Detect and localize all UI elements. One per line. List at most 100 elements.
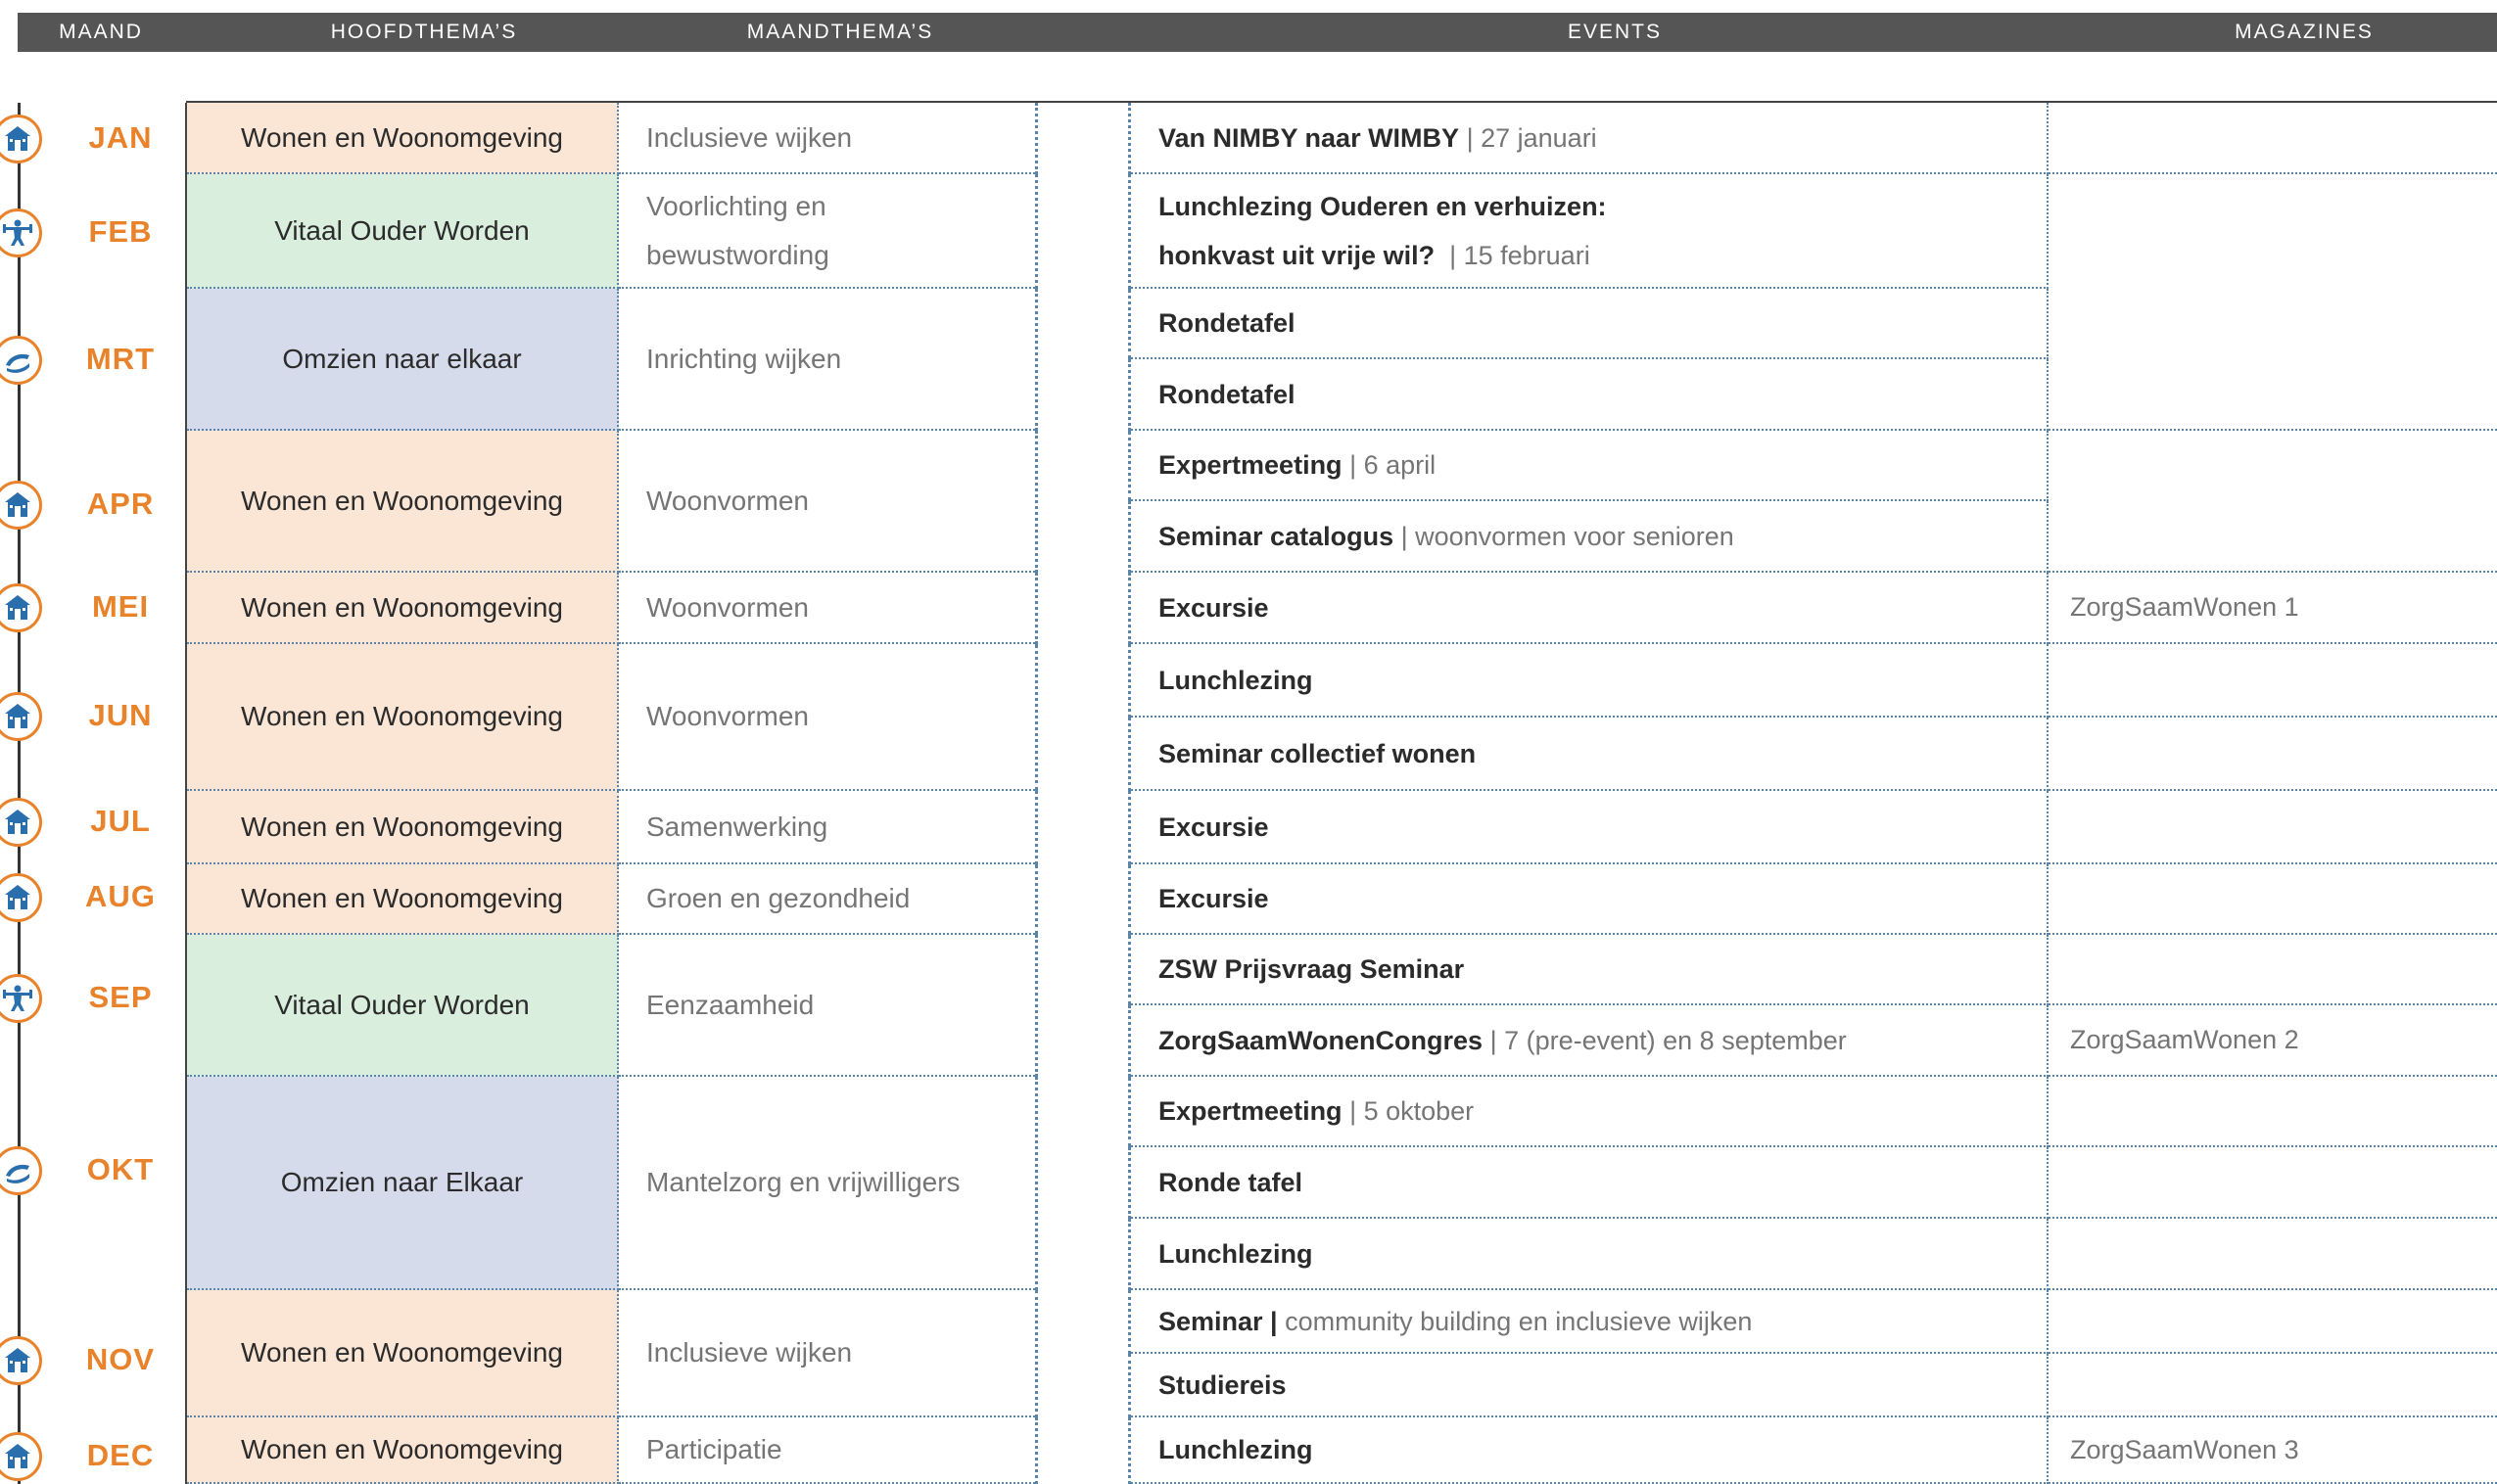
month-label: JUL [90,804,151,838]
event-cell: Expertmeeting | 5 oktober [1128,1077,2049,1147]
maandthema-label: Inclusieve wijken [646,1337,853,1368]
event-cell: ZorgSaamWonenCongres | 7 (pre-event) en … [1128,1005,2049,1077]
event-title: Lunchlezing [1158,665,1313,695]
event-text: Expertmeeting | 5 oktober [1158,1087,1474,1136]
event-text: Lunchlezing [1158,1229,1313,1278]
maandthema-label: Woonvormen [646,591,810,623]
event-detail: | 15 februari [1449,240,1590,270]
event-text: ZorgSaamWonenCongres | 7 (pre-event) en … [1158,1016,1847,1065]
event-text: Rondetafel [1158,299,1296,348]
month-label: APR [86,487,155,521]
magazine-cell [2049,1077,2497,1147]
event-text: Van NIMBY naar WIMBY | 27 januari [1158,114,1597,162]
event-cell: Excursie [1128,791,2049,864]
maandthema-label: Woonvormen [646,485,810,516]
event-text: Lunchlezing Ouderen en verhuizen: honkvas… [1158,182,1607,280]
event-title: ZorgSaamWonenCongres [1158,1025,1484,1055]
hoofdthema-cell: Wonen en Woonomgeving [187,103,619,174]
hoofdthema-label: Wonen en Woonomgeving [241,811,563,842]
event-text: Seminar collectief wonen [1158,729,1476,778]
month-label: SEP [88,980,153,1014]
hoofdthema-label: Wonen en Woonomgeving [241,591,563,623]
maandthema-cell: Samenwerking [619,791,1038,864]
event-title: Lunchlezing Ouderen en verhuizen: [1158,191,1607,221]
month-label: OKT [86,1152,155,1186]
event-cell: Excursie [1128,864,2049,935]
hoofdthema-label: Wonen en Woonomgeving [241,1337,563,1368]
hoofdthema-cell: Omzien naar elkaar [187,289,619,431]
maandthema-label: Participatie [646,1434,782,1464]
maandthema-cell: Woonvormen [619,431,1038,573]
event-cell: Expertmeeting | 6 april [1128,431,2049,501]
hoofdthema-label: Vitaal Ouder Worden [274,214,530,246]
maandthema-cell: Participatie [619,1417,1038,1484]
event-title: Seminar collectief wonen [1158,738,1477,768]
event-title: Ronde tafel [1158,1167,1303,1197]
hoofdthema-cell: Wonen en Woonomgeving [187,431,619,573]
event-text: Rondetafel [1158,370,1296,419]
event-cell: Van NIMBY naar WIMBY | 27 januari [1128,103,2049,174]
event-cell: Seminar | community building en inclusie… [1128,1290,2049,1354]
house-icon [0,115,42,163]
magazine-cell: ZorgSaamWonen 1 [2049,573,2497,644]
magazine-label: ZorgSaamWonen 1 [2070,592,2299,622]
house-icon [0,692,42,741]
maandthema-cell: Voorlichting en bewustwording [619,174,1038,289]
event-title: Van NIMBY naar WIMBY [1158,122,1460,153]
event-cell: Rondetafel [1128,289,2049,359]
maandthema-label: Inclusieve wijken [646,121,853,153]
magazine-cell [2049,1354,2497,1417]
event-title: Seminar catalogus [1158,521,1394,551]
event-title: Excursie [1158,592,1269,623]
month-label: MRT [85,342,156,376]
event-text: Expertmeeting | 6 april [1158,441,1436,489]
event-title: ZSW Prijsvraag Seminar [1158,954,1465,984]
hoofdthema-cell: Vitaal Ouder Worden [187,174,619,289]
house-icon [0,873,42,922]
magazine-cell [2049,1290,2497,1354]
maandthema-label: Woonvormen [646,701,810,731]
magazine-cell [2049,103,2497,174]
maandthema-label: Groen en gezondheid [646,883,911,913]
house-icon [0,481,42,530]
maandthema-cell: Eenzaamheid [619,935,1038,1077]
event-text: Excursie [1158,874,1269,923]
event-detail: | 7 (pre-event) en 8 september [1489,1025,1847,1055]
event-cell: Ronde tafel [1128,1147,2049,1219]
maandthema-cell: Mantelzorg en vrijwilligers [619,1077,1038,1290]
caring-hands-icon [0,336,42,385]
maandthema-cell: Inrichting wijken [619,289,1038,431]
caring-hands-icon [0,1146,42,1195]
hoofdthema-cell: Wonen en Woonomgeving [187,864,619,935]
hoofdthema-label: Wonen en Woonomgeving [241,485,563,516]
maandthema-label: Samenwerking [646,811,828,842]
event-cell: Seminar collectief wonen [1128,718,2049,791]
event-title: Expertmeeting [1158,450,1343,480]
magazine-cell [2049,1147,2497,1219]
hoofdthema-label: Wonen en Woonomgeving [241,1434,563,1464]
maandthema-label: Mantelzorg en vrijwilligers [646,1167,961,1197]
hoofdthema-cell: Wonen en Woonomgeving [187,573,619,644]
month-label: NOV [85,1342,156,1376]
magazine-cell [2049,1219,2497,1290]
event-cell: Rondetafel [1128,359,2049,431]
hoofdthema-cell: Wonen en Woonomgeving [187,791,619,864]
magazine-cell [2049,718,2497,791]
event-text: Lunchlezing [1158,1425,1313,1474]
event-cell: Seminar catalogus | woonvormen voor seni… [1128,501,2049,573]
event-title: Lunchlezing [1158,1435,1313,1464]
fitness-person-icon [0,974,42,1023]
magazine-label: ZorgSaamWonen 2 [2070,1025,2299,1054]
event-detail: | 6 april [1349,450,1437,480]
event-title: Rondetafel [1158,379,1296,409]
event-text: Lunchlezing [1158,656,1313,705]
maandthema-cell: Woonvormen [619,573,1038,644]
event-detail: | 27 januari [1466,122,1597,153]
event-cell: Lunchlezing [1128,644,2049,718]
month-label: AUG [85,879,156,913]
event-text: Seminar | community building en inclusie… [1158,1297,1752,1346]
house-icon [0,798,42,847]
event-detail: | 5 oktober [1349,1096,1475,1126]
event-text: Excursie [1158,583,1269,632]
fitness-person-icon [0,209,42,257]
